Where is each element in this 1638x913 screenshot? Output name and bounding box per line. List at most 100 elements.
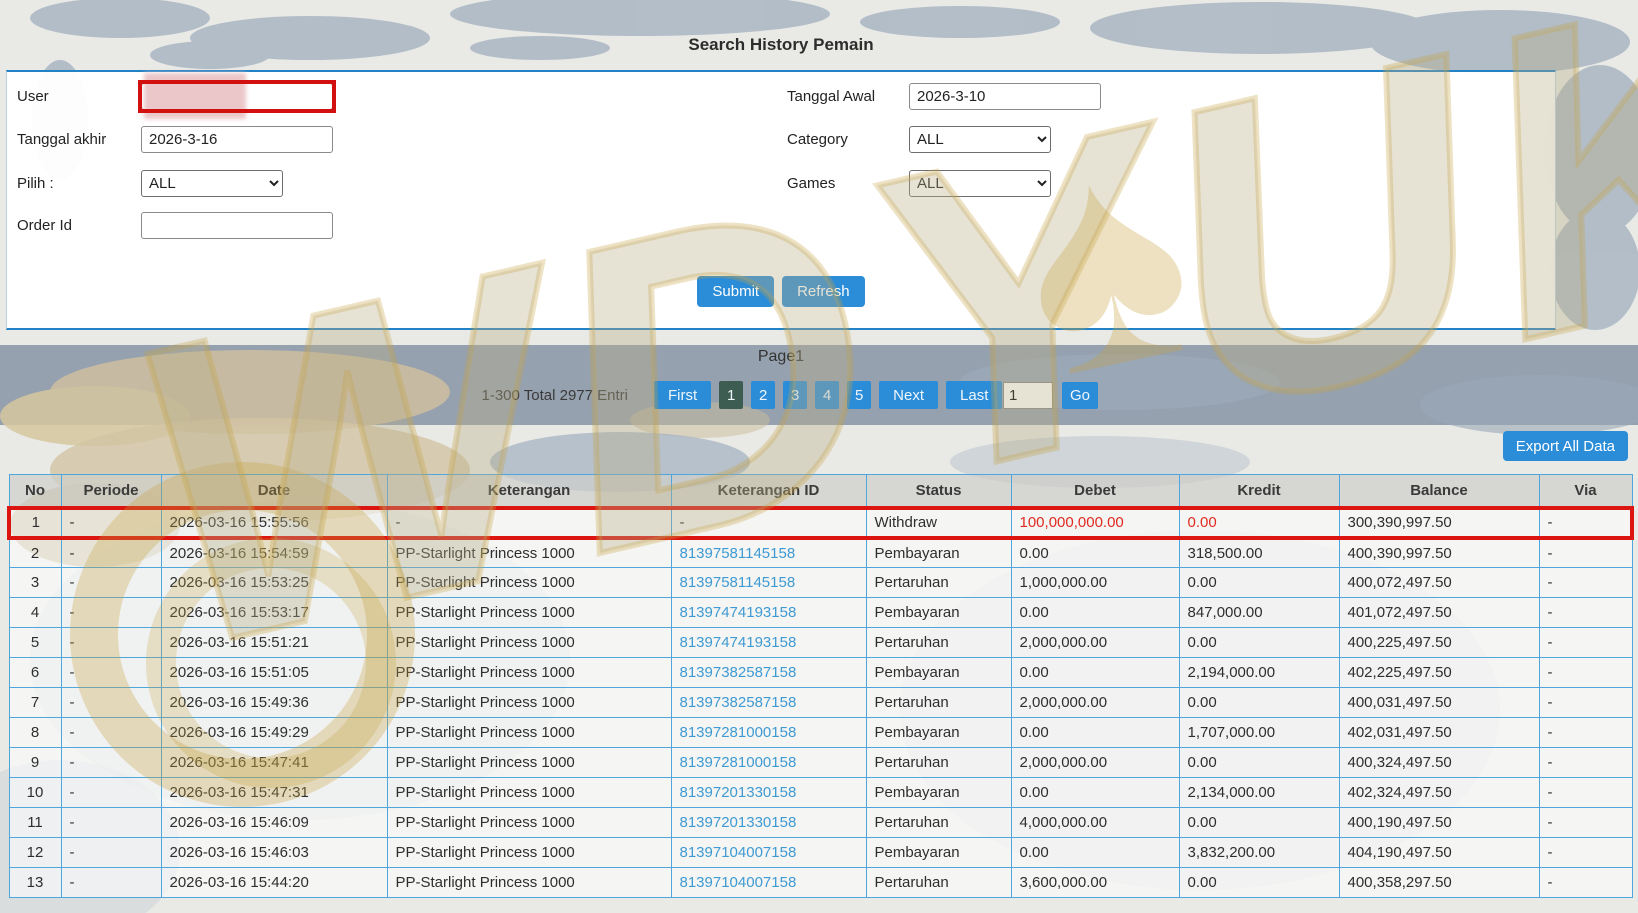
- table-row: 9-2026-03-16 15:47:41PP-Starlight Prince…: [9, 748, 1632, 778]
- cell-kredit: 3,832,200.00: [1179, 838, 1339, 868]
- cell-periode: -: [61, 718, 161, 748]
- history-table: NoPeriodeDateKeteranganKeterangan IDStat…: [7, 474, 1634, 898]
- keterangan-id-link[interactable]: 81397581145158: [671, 568, 866, 598]
- column-header: Keterangan: [387, 475, 671, 508]
- user-label: User: [17, 88, 141, 105]
- cell-balance: 400,324,497.50: [1339, 748, 1539, 778]
- cell-balance: 400,390,997.50: [1339, 538, 1539, 568]
- cell-debet: 2,000,000.00: [1011, 688, 1179, 718]
- cell-balance: 404,190,497.50: [1339, 838, 1539, 868]
- page-button-1[interactable]: 1: [719, 381, 743, 409]
- column-header: Date: [161, 475, 387, 508]
- order-id-label: Order Id: [17, 217, 141, 234]
- cell-kredit: 2,134,000.00: [1179, 778, 1339, 808]
- keterangan-id-link[interactable]: 81397382587158: [671, 688, 866, 718]
- cell-balance: 402,225,497.50: [1339, 658, 1539, 688]
- submit-button[interactable]: Submit: [697, 276, 774, 307]
- cell-kredit: 0.00: [1179, 688, 1339, 718]
- keterangan-id-link[interactable]: 81397474193158: [671, 598, 866, 628]
- cell-date: 2026-03-16 15:51:05: [161, 658, 387, 688]
- cell-balance: 402,324,497.50: [1339, 778, 1539, 808]
- cell-kredit: 0.00: [1179, 568, 1339, 598]
- pilih-select[interactable]: ALL: [141, 170, 283, 197]
- table-row: 10-2026-03-16 15:47:31PP-Starlight Princ…: [9, 778, 1632, 808]
- cell-status: Pertaruhan: [866, 808, 1011, 838]
- cell-no: 5: [9, 628, 61, 658]
- cell-date: 2026-03-16 15:49:36: [161, 688, 387, 718]
- pilih-label: Pilih :: [17, 175, 141, 192]
- table-row: 1-2026-03-16 15:55:56--Withdraw100,000,0…: [9, 508, 1632, 538]
- tanggal-awal-input[interactable]: [909, 83, 1101, 110]
- keterangan-id-link[interactable]: 81397201330158: [671, 808, 866, 838]
- goto-page-input[interactable]: [1003, 382, 1053, 409]
- cell-via: -: [1539, 598, 1632, 628]
- cell-keterangan: PP-Starlight Princess 1000: [387, 838, 671, 868]
- column-header: Via: [1539, 475, 1632, 508]
- page-button-2[interactable]: 2: [751, 381, 775, 409]
- cell-kredit: 318,500.00: [1179, 538, 1339, 568]
- cell-debet: 0.00: [1011, 838, 1179, 868]
- cell-keterangan: PP-Starlight Princess 1000: [387, 538, 671, 568]
- keterangan-id-link[interactable]: 81397201330158: [671, 778, 866, 808]
- table-row: 13-2026-03-16 15:44:20PP-Starlight Princ…: [9, 868, 1632, 898]
- cell-no: 4: [9, 598, 61, 628]
- export-all-data-button[interactable]: Export All Data: [1503, 431, 1628, 461]
- entries-info: 1-300 Total 2977 Entri: [418, 387, 628, 404]
- cell-status: Pembayaran: [866, 838, 1011, 868]
- cell-date: 2026-03-16 15:53:25: [161, 568, 387, 598]
- page-button-first[interactable]: First: [654, 381, 711, 409]
- page-button-4[interactable]: 4: [815, 381, 839, 409]
- cell-via: -: [1539, 538, 1632, 568]
- cell-periode: -: [61, 658, 161, 688]
- table-row: 4-2026-03-16 15:53:17PP-Starlight Prince…: [9, 598, 1632, 628]
- cell-debet: 0.00: [1011, 718, 1179, 748]
- go-button[interactable]: Go: [1062, 382, 1098, 409]
- page-button-next[interactable]: Next: [879, 381, 938, 409]
- keterangan-id-link[interactable]: 81397104007158: [671, 838, 866, 868]
- cell-date: 2026-03-16 15:51:21: [161, 628, 387, 658]
- search-form-panel: User Tanggal akhir Pilih : ALL Order Id …: [6, 70, 1556, 330]
- cell-via: -: [1539, 508, 1632, 538]
- column-header: Kredit: [1179, 475, 1339, 508]
- page-button-5[interactable]: 5: [847, 381, 871, 409]
- table-row: 7-2026-03-16 15:49:36PP-Starlight Prince…: [9, 688, 1632, 718]
- cell-status: Withdraw: [866, 508, 1011, 538]
- keterangan-id-link[interactable]: 81397474193158: [671, 628, 866, 658]
- cell-debet: 0.00: [1011, 598, 1179, 628]
- cell-via: -: [1539, 718, 1632, 748]
- table-row: 12-2026-03-16 15:46:03PP-Starlight Princ…: [9, 838, 1632, 868]
- cell-no: 13: [9, 868, 61, 898]
- cell-kredit: 0.00: [1179, 868, 1339, 898]
- page-button-last[interactable]: Last: [946, 381, 1002, 409]
- cell-debet: 3,600,000.00: [1011, 868, 1179, 898]
- cell-no: 7: [9, 688, 61, 718]
- cell-kredit: 0.00: [1179, 808, 1339, 838]
- tanggal-akhir-input[interactable]: [141, 126, 333, 153]
- table-header-row: NoPeriodeDateKeteranganKeterangan IDStat…: [9, 475, 1632, 508]
- column-header: No: [9, 475, 61, 508]
- column-header: Debet: [1011, 475, 1179, 508]
- cell-date: 2026-03-16 15:47:31: [161, 778, 387, 808]
- cell-status: Pertaruhan: [866, 748, 1011, 778]
- order-id-input[interactable]: [141, 212, 333, 239]
- keterangan-id-link[interactable]: 81397382587158: [671, 658, 866, 688]
- column-header: Periode: [61, 475, 161, 508]
- keterangan-id-link[interactable]: 81397281000158: [671, 718, 866, 748]
- keterangan-id-link[interactable]: 81397104007158: [671, 868, 866, 898]
- games-select[interactable]: ALL: [909, 170, 1051, 197]
- cell-via: -: [1539, 688, 1632, 718]
- keterangan-id-link[interactable]: 81397581145158: [671, 538, 866, 568]
- cell-debet: 1,000,000.00: [1011, 568, 1179, 598]
- cell-no: 8: [9, 718, 61, 748]
- category-select[interactable]: ALL: [909, 126, 1051, 153]
- cell-keterangan: PP-Starlight Princess 1000: [387, 598, 671, 628]
- refresh-button[interactable]: Refresh: [782, 276, 865, 307]
- cell-no: 9: [9, 748, 61, 778]
- cell-status: Pembayaran: [866, 718, 1011, 748]
- cell-kredit: 0.00: [1179, 508, 1339, 538]
- cell-periode: -: [61, 628, 161, 658]
- cell-periode: -: [61, 568, 161, 598]
- page-button-3[interactable]: 3: [783, 381, 807, 409]
- keterangan-id-link[interactable]: 81397281000158: [671, 748, 866, 778]
- cell-periode: -: [61, 838, 161, 868]
